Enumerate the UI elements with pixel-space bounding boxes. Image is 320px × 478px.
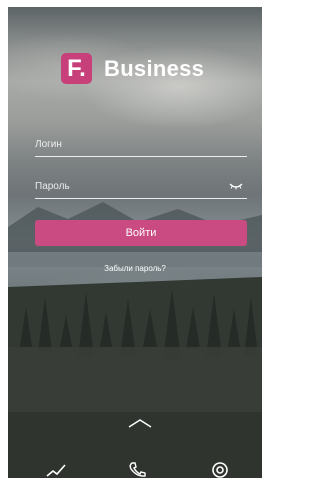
chevron-up-icon[interactable] <box>128 418 152 428</box>
password-field-wrapper <box>35 174 247 199</box>
login-screen: F. Business Войти Забыли пароль? <box>8 7 262 478</box>
eye-closed-icon[interactable] <box>229 182 243 190</box>
login-input[interactable] <box>35 132 247 156</box>
brand-name: Business <box>104 55 205 81</box>
phone-icon[interactable] <box>127 462 147 478</box>
chart-icon[interactable] <box>46 462 66 478</box>
location-pin-icon[interactable] <box>210 462 230 478</box>
forgot-password-link[interactable]: Забыли пароль? <box>8 264 262 273</box>
login-field-wrapper <box>35 132 247 157</box>
brand-logo: F. Business <box>61 53 204 84</box>
logo-mark: F. <box>61 53 92 84</box>
login-button[interactable]: Войти <box>35 220 247 246</box>
password-input[interactable] <box>35 174 247 198</box>
